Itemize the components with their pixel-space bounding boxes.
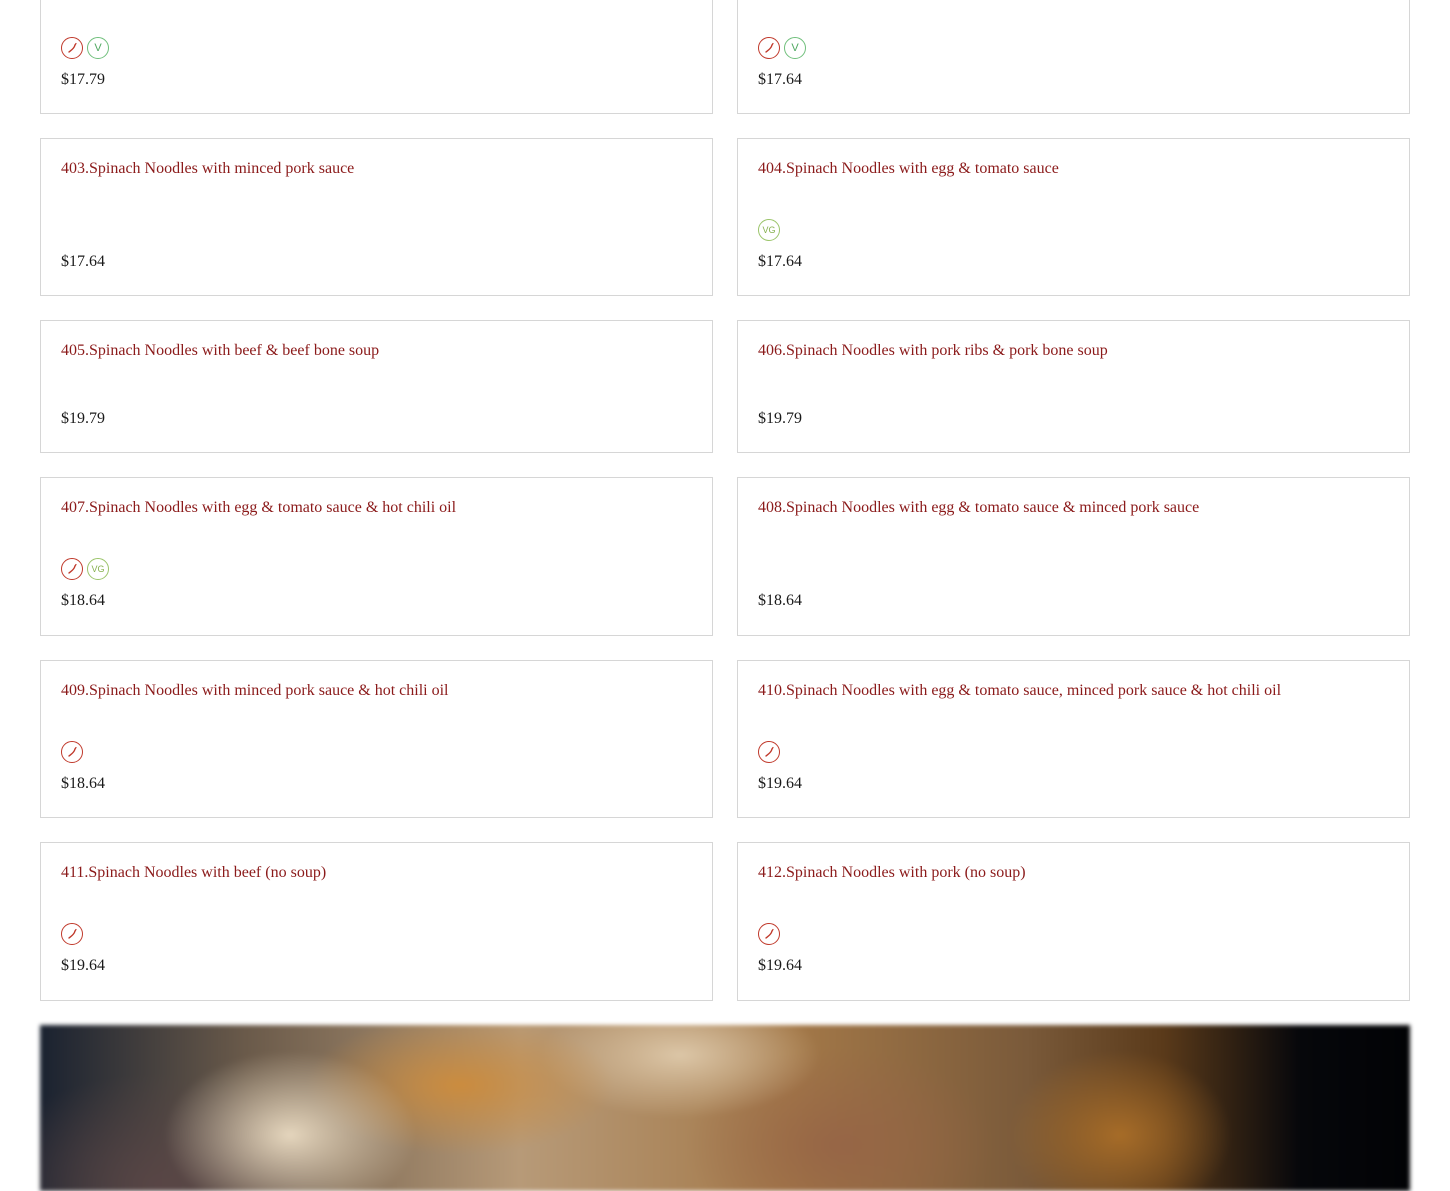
chili-pepper-icon: [758, 923, 780, 945]
menu-item-title: 409.Spinach Noodles with minced pork sau…: [61, 682, 449, 699]
chili-pepper-icon: [61, 923, 83, 945]
menu-item-title: 406.Spinach Noodles with pork ribs & por…: [758, 342, 1108, 359]
chili-pepper-icon: [61, 37, 83, 59]
menu-item-card[interactable]: 407.Spinach Noodles with egg & tomato sa…: [40, 477, 713, 636]
menu-item-price: $17.64: [61, 253, 105, 270]
menu-item-price: $17.64: [758, 253, 802, 270]
menu-item-card[interactable]: 403.Spinach Noodles with minced pork sau…: [40, 138, 713, 296]
menu-item-price: $19.64: [61, 957, 105, 974]
diet-badges: V: [61, 37, 109, 59]
diet-badges: [758, 741, 780, 763]
menu-item-price: $18.64: [61, 775, 105, 792]
diet-badges: VG: [61, 558, 109, 580]
menu-item-title: 405.Spinach Noodles with beef & beef bon…: [61, 342, 380, 359]
menu-item-card[interactable]: 409.Spinach Noodles with minced pork sau…: [40, 660, 713, 818]
menu-item-price: $17.64: [758, 71, 802, 88]
menu-item-title: 403.Spinach Noodles with minced pork sau…: [61, 160, 355, 177]
menu-item-card[interactable]: 405.Spinach Noodles with beef & beef bon…: [40, 320, 713, 453]
chili-pepper-icon: [758, 37, 780, 59]
menu-item-card[interactable]: V $17.79: [40, 0, 713, 114]
menu-item-price: $17.79: [61, 71, 105, 88]
menu-item-card[interactable]: V $17.64: [737, 0, 1410, 114]
menu-item-card[interactable]: 406.Spinach Noodles with pork ribs & por…: [737, 320, 1410, 453]
vegetarian-badge: V: [87, 37, 109, 59]
chili-pepper-icon: [61, 558, 83, 580]
diet-badges: VG: [758, 219, 780, 241]
menu-item-card[interactable]: 410.Spinach Noodles with egg & tomato sa…: [737, 660, 1410, 818]
menu-item-card[interactable]: 412.Spinach Noodles with pork (no soup) …: [737, 842, 1410, 1001]
menu-item-card[interactable]: 404.Spinach Noodles with egg & tomato sa…: [737, 138, 1410, 296]
menu-item-price: $19.64: [758, 775, 802, 792]
menu-item-price: $19.79: [758, 410, 802, 427]
menu-item-price: $18.64: [61, 592, 105, 609]
menu-item-title: 412.Spinach Noodles with pork (no soup): [758, 864, 1026, 881]
vegan-badge: VG: [87, 558, 109, 580]
menu-item-price: $18.64: [758, 592, 802, 609]
menu-item-price: $19.64: [758, 957, 802, 974]
food-photo-banner: [40, 1025, 1410, 1191]
vegetarian-badge: V: [784, 37, 806, 59]
diet-badges: V: [758, 37, 806, 59]
menu-item-title: 410.Spinach Noodles with egg & tomato sa…: [758, 682, 1282, 699]
menu-item-title: 407.Spinach Noodles with egg & tomato sa…: [61, 499, 457, 516]
chili-pepper-icon: [61, 741, 83, 763]
menu-item-card[interactable]: 408.Spinach Noodles with egg & tomato sa…: [737, 477, 1410, 636]
menu-grid: V $17.79 V $17.64 403.Spinach Noodles wi…: [40, 0, 1410, 1001]
menu-item-price: $19.79: [61, 410, 105, 427]
chili-pepper-icon: [758, 741, 780, 763]
diet-badges: [61, 923, 83, 945]
menu-item-title: 404.Spinach Noodles with egg & tomato sa…: [758, 160, 1059, 177]
vegan-badge: VG: [758, 219, 780, 241]
menu-item-title: 408.Spinach Noodles with egg & tomato sa…: [758, 499, 1200, 516]
menu-item-title: 411.Spinach Noodles with beef (no soup): [61, 864, 327, 881]
diet-badges: [61, 741, 83, 763]
menu-item-card[interactable]: 411.Spinach Noodles with beef (no soup) …: [40, 842, 713, 1001]
diet-badges: [758, 923, 780, 945]
